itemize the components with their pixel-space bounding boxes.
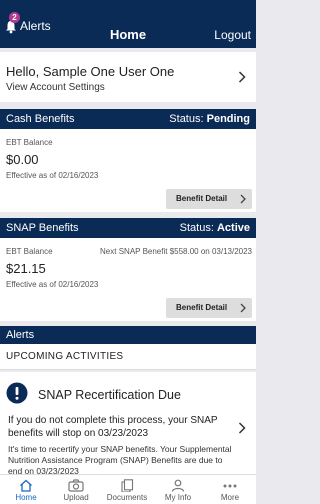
chevron-right-icon xyxy=(239,193,247,205)
chevron-right-icon xyxy=(238,71,246,83)
account-row[interactable]: Hello, Sample One User One View Account … xyxy=(0,52,256,102)
tab-documents-label: Documents xyxy=(106,493,148,502)
snap-balance-amount: $21.15 xyxy=(6,261,46,276)
tab-my-info[interactable]: My Info xyxy=(155,475,201,504)
snap-effective-date: Effective as of 02/16/2023 xyxy=(6,280,99,289)
snap-benefit-detail-label: Benefit Detail xyxy=(176,303,228,312)
snap-benefits-title: SNAP Benefits xyxy=(6,222,79,234)
cash-status-label: Status: xyxy=(169,113,204,125)
snap-benefits-header: SNAP Benefits Status: Active xyxy=(0,218,256,238)
cash-status-value: Pending xyxy=(206,113,250,125)
info-icon xyxy=(6,382,28,404)
recertification-message: If you do not complete this process, you… xyxy=(8,415,218,439)
tab-upload-label: Upload xyxy=(63,493,89,502)
top-bar: 2 Alerts Home Logout xyxy=(0,0,256,48)
documents-icon xyxy=(121,479,134,492)
snap-benefits-card: EBT Balance Next SNAP Benefit $558.00 on… xyxy=(0,238,256,321)
account-settings-link[interactable]: View Account Settings xyxy=(6,82,105,94)
snap-status-value: Active xyxy=(216,222,250,234)
upcoming-activities-header: UPCOMING ACTIVITIES xyxy=(0,344,256,370)
bottom-tab-bar: Home Upload Documents My Info More xyxy=(0,474,256,504)
cash-balance-amount: $0.00 xyxy=(6,152,39,167)
tab-home[interactable]: Home xyxy=(3,475,49,504)
snap-benefit-detail-button[interactable]: Benefit Detail xyxy=(166,298,252,318)
home-icon xyxy=(20,479,32,492)
next-snap-benefit: Next SNAP Benefit $558.00 on 03/13/2023 xyxy=(100,247,252,256)
tab-upload[interactable]: Upload xyxy=(53,475,99,504)
snap-balance-label: EBT Balance xyxy=(6,247,53,256)
tab-more-label: More xyxy=(220,493,240,502)
logout-button[interactable]: Logout xyxy=(214,27,251,43)
snap-status-label: Status: xyxy=(179,222,214,234)
cash-benefit-detail-button[interactable]: Benefit Detail xyxy=(166,189,252,209)
alerts-count-badge: 2 xyxy=(9,12,20,23)
cash-benefits-title: Cash Benefits xyxy=(6,113,75,125)
more-dots-icon xyxy=(223,484,237,488)
chevron-right-icon xyxy=(238,422,246,434)
upcoming-activities-label: UPCOMING ACTIVITIES xyxy=(6,351,124,362)
cash-benefit-detail-label: Benefit Detail xyxy=(176,194,228,203)
chevron-right-icon xyxy=(239,302,247,314)
snap-status: Status: Active xyxy=(180,218,250,238)
tab-more[interactable]: More xyxy=(207,475,253,504)
greeting: Hello, Sample One User One xyxy=(6,64,175,79)
recertification-alert-card[interactable]: SNAP Recertification Due If you do not c… xyxy=(0,372,256,478)
cash-benefits-card: EBT Balance $0.00 Effective as of 02/16/… xyxy=(0,129,256,212)
cash-effective-date: Effective as of 02/16/2023 xyxy=(6,171,99,180)
camera-icon xyxy=(68,479,84,492)
cash-benefits-header: Cash Benefits Status: Pending xyxy=(0,109,256,129)
person-icon xyxy=(171,479,185,492)
alerts-header: Alerts xyxy=(0,326,256,344)
cash-balance-label: EBT Balance xyxy=(6,138,53,147)
tab-home-label: Home xyxy=(15,493,37,502)
cash-status: Status: Pending xyxy=(169,109,250,129)
recertification-detail: It's time to recertify your SNAP benefit… xyxy=(8,444,232,476)
tab-my-info-label: My Info xyxy=(164,493,192,502)
tab-documents[interactable]: Documents xyxy=(104,475,150,504)
recertification-title: SNAP Recertification Due xyxy=(38,388,181,402)
alerts-section-title: Alerts xyxy=(6,329,35,341)
